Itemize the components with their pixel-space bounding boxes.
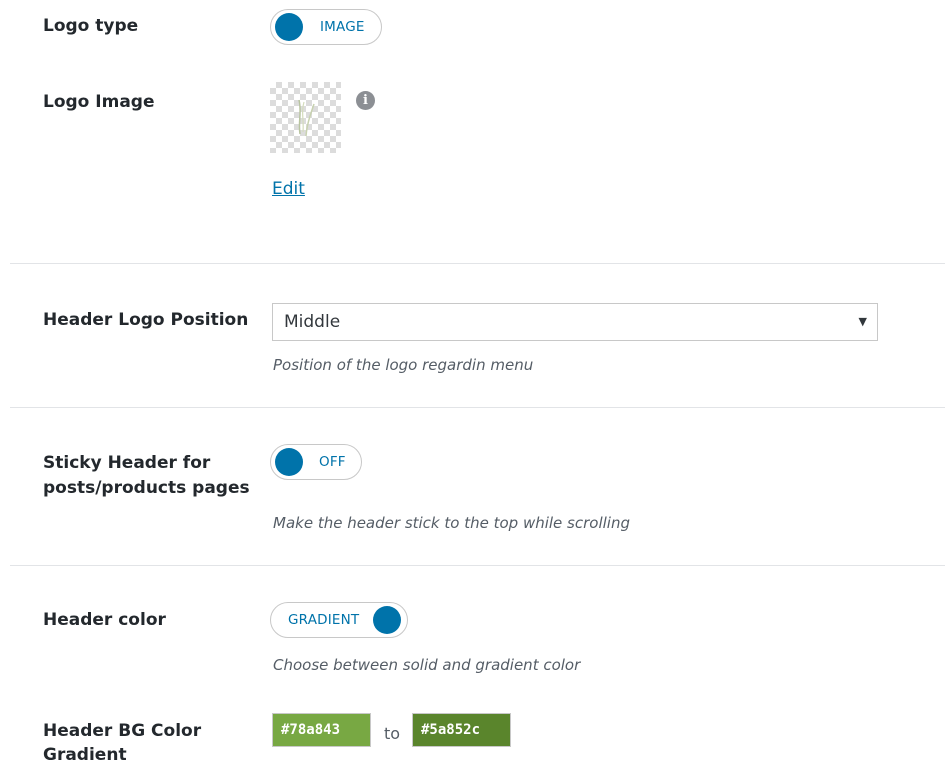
toggle-knob: [373, 606, 401, 634]
section-divider: [10, 407, 945, 408]
toggle-knob: [275, 13, 303, 41]
gradient-to-color-picker[interactable]: #5a852c: [412, 713, 511, 747]
header-bg-gradient-label-line2: Gradient: [43, 745, 127, 765]
logo-image-label: Logo Image: [43, 92, 155, 112]
header-logo-position-select[interactable]: Middle ▼: [272, 303, 878, 341]
logo-image-thumbnail[interactable]: [270, 82, 341, 153]
sticky-header-label-line1: Sticky Header for: [43, 453, 211, 473]
logo-type-label: Logo type: [43, 16, 139, 36]
logo-image-preview: [298, 99, 315, 137]
sticky-header-help: Make the header stick to the top while s…: [273, 514, 630, 532]
section-divider: [10, 263, 945, 264]
triangle-down-icon: ▼: [858, 315, 867, 328]
edit-logo-link[interactable]: Edit: [272, 179, 305, 199]
header-color-toggle[interactable]: GRADIENT: [270, 602, 408, 638]
logo-type-toggle-text: IMAGE: [320, 19, 365, 35]
header-logo-position-label: Header Logo Position: [43, 310, 249, 330]
header-logo-position-help: Position of the logo regardin menu: [273, 356, 534, 374]
toggle-knob: [275, 448, 303, 476]
header-color-label: Header color: [43, 610, 166, 630]
gradient-from-color-picker[interactable]: #78a843: [272, 713, 371, 747]
header-logo-position-value: Middle: [284, 312, 341, 332]
logo-type-toggle[interactable]: IMAGE: [270, 9, 382, 45]
sticky-header-toggle-text: OFF: [319, 454, 346, 470]
sticky-header-label-line2: posts/products pages: [43, 478, 250, 498]
gradient-to-word: to: [384, 724, 401, 743]
header-color-help: Choose between solid and gradient color: [273, 656, 581, 674]
info-icon[interactable]: i: [356, 91, 375, 110]
header-color-toggle-text: GRADIENT: [288, 612, 360, 628]
sticky-header-toggle[interactable]: OFF: [270, 444, 362, 480]
section-divider: [10, 565, 945, 566]
header-bg-gradient-label-line1: Header BG Color: [43, 721, 202, 741]
